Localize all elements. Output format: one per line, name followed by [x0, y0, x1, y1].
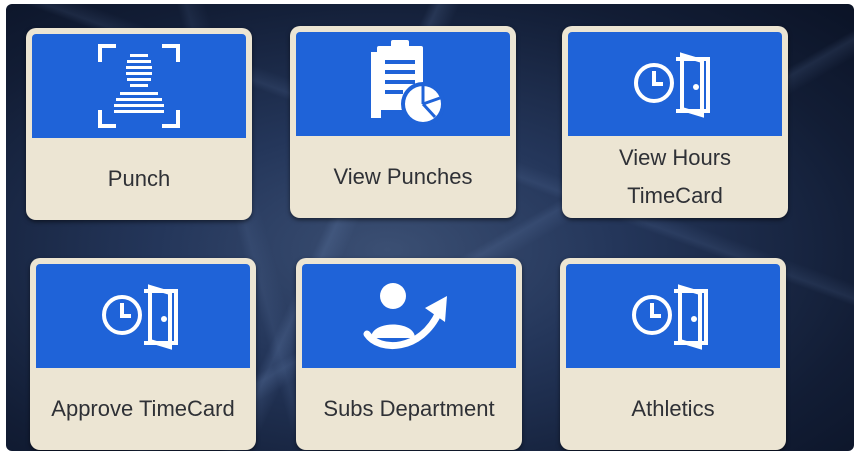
clock-door-icon [98, 281, 188, 351]
kiosk-screen: Punch View Punches View Hours TimeCard A… [6, 4, 854, 451]
clock-door-icon [630, 49, 720, 119]
view-punches-tile[interactable]: View Punches [290, 26, 516, 218]
face-scan-icon [94, 40, 184, 132]
view-hours-tile-header [568, 32, 782, 136]
approve-timecard-tile-header [36, 264, 250, 368]
approve-timecard-label: Approve TimeCard [51, 396, 235, 421]
view-hours-timecard-label: View Hours TimeCard [618, 145, 732, 208]
approve-timecard-tile[interactable]: Approve TimeCard [30, 258, 256, 450]
subs-department-label: Subs Department [323, 396, 495, 421]
punch-tile-header [32, 34, 246, 138]
view-punches-label: View Punches [333, 164, 473, 189]
view-hours-timecard-tile[interactable]: View Hours TimeCard [562, 26, 788, 218]
punch-label: Punch [107, 166, 171, 191]
subs-department-tile-header [302, 264, 516, 368]
person-arrow-icon [359, 278, 459, 354]
athletics-tile-header [566, 264, 780, 368]
view-punches-tile-header [296, 32, 510, 136]
athletics-label: Athletics [631, 396, 715, 421]
punch-tile[interactable]: Punch [26, 28, 252, 220]
clipboard-chart-icon [357, 38, 449, 130]
subs-department-tile[interactable]: Subs Department [296, 258, 522, 450]
clock-door-icon [628, 281, 718, 351]
athletics-tile[interactable]: Athletics [560, 258, 786, 450]
